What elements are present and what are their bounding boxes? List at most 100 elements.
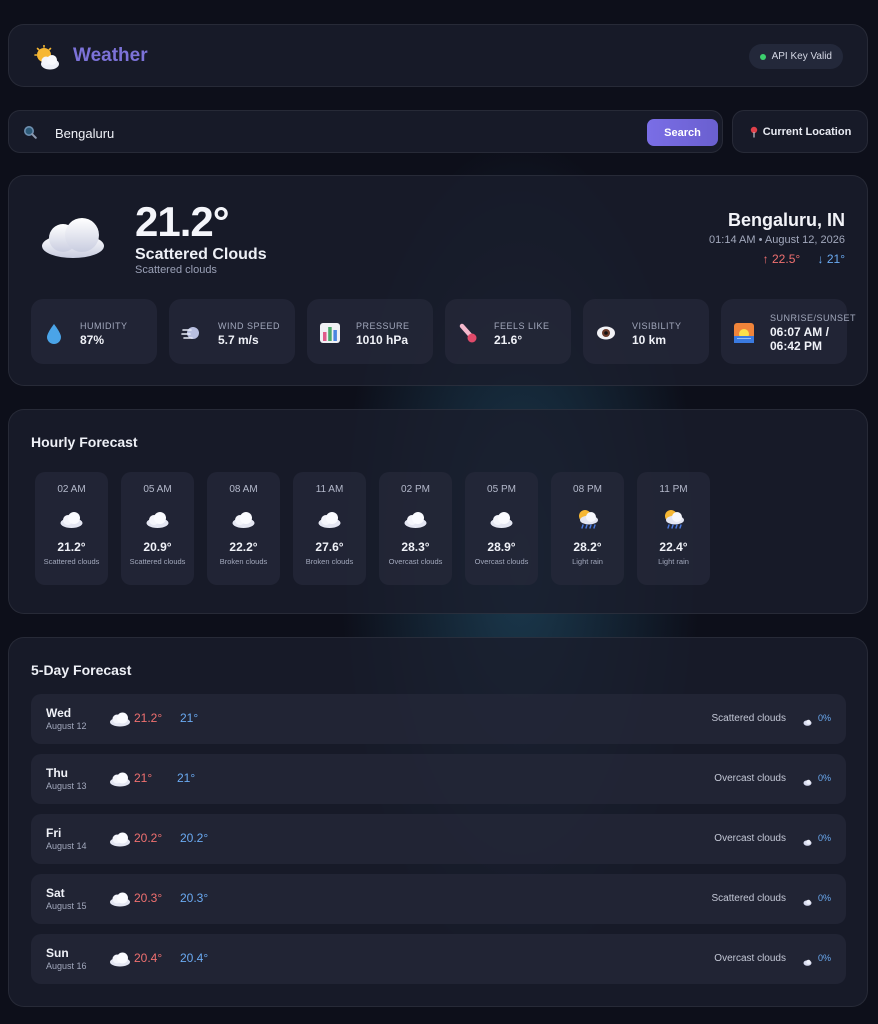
day-low-temperature: 21° xyxy=(177,771,196,785)
stat-feels-like: FEELS LIKE 21.6° xyxy=(445,299,571,364)
rain-cloud-icon xyxy=(803,954,812,966)
hour-time: 11 PM xyxy=(659,484,688,495)
high-temperature: ↑ 22.5° xyxy=(762,252,801,266)
hour-time: 11 AM xyxy=(315,484,344,495)
day-name: Sun xyxy=(46,946,69,960)
cloud-icon xyxy=(109,831,131,847)
stat-label: FEELS LIKE xyxy=(494,321,550,331)
hourly-item: 05 AM 20.9° Scattered clouds xyxy=(121,472,194,585)
cloud-icon xyxy=(109,771,131,787)
map-pin-icon xyxy=(750,126,757,137)
daily-row: Thu August 13 21° 21° Overcast clouds 0% xyxy=(31,754,846,804)
cloud-icon xyxy=(109,951,131,967)
hour-description: Broken clouds xyxy=(305,557,354,566)
eye-icon xyxy=(597,326,615,340)
day-name: Sat xyxy=(46,886,65,900)
rain-cloud-icon xyxy=(803,834,812,846)
stat-value: 1010 hPa xyxy=(356,333,409,347)
stat-label: WIND SPEED xyxy=(218,321,281,331)
hour-temperature: 22.2° xyxy=(229,540,258,554)
current-location-label: Current Location xyxy=(762,125,852,138)
stat-visibility: VISIBILITY 10 km xyxy=(583,299,709,364)
stat-value: 5.7 m/s xyxy=(218,333,259,347)
hour-temperature: 28.9° xyxy=(487,540,516,554)
hour-time: 08 PM xyxy=(573,484,602,495)
current-weather-card: 21.2° Scattered Clouds Scattered clouds … xyxy=(8,175,868,386)
hourly-item: 05 PM 28.9° Overcast clouds xyxy=(465,472,538,585)
day-name: Thu xyxy=(46,766,68,780)
hour-time: 08 AM xyxy=(229,484,258,495)
stat-label: SUNRISE/SUNSET xyxy=(770,313,857,323)
stat-pressure: PRESSURE 1010 hPa xyxy=(307,299,433,364)
daily-row: Sun August 16 20.4° 20.4° Overcast clouds 0% xyxy=(31,934,846,984)
hour-description: Light rain xyxy=(572,557,603,566)
stat-value: 87% xyxy=(80,333,105,347)
hour-description: Light rain xyxy=(658,557,689,566)
daily-forecast-card: 5-Day Forecast Wed August 12 21.2° 21° Scatt… xyxy=(8,637,868,1007)
section-title: Hourly Forecast xyxy=(31,434,138,450)
day-low-temperature: 20.4° xyxy=(180,951,209,965)
cloud-icon xyxy=(489,508,514,530)
stat-label: HUMIDITY xyxy=(80,321,128,331)
stat-label: VISIBILITY xyxy=(632,321,682,331)
day-rain-chance: 0% xyxy=(817,953,831,963)
current-location-button[interactable]: Current Location xyxy=(732,110,868,153)
hour-temperature: 27.6° xyxy=(315,540,344,554)
hourly-item: 08 AM 22.2° Broken clouds xyxy=(207,472,280,585)
current-condition-description: Scattered clouds xyxy=(135,264,217,276)
hourly-forecast-card: Hourly Forecast 02 AM 21.2° Scattered clou… xyxy=(8,409,868,614)
hour-time: 02 AM xyxy=(57,484,86,495)
current-temperature: 21.2° xyxy=(135,198,230,245)
day-date: August 14 xyxy=(46,841,87,851)
rain-cloud-icon xyxy=(803,774,812,786)
api-status-text: API Key Valid xyxy=(771,51,832,62)
stat-humidity: HUMIDITY 87% xyxy=(31,299,157,364)
cloud-icon xyxy=(317,508,342,530)
app-header: Weather API Key Valid xyxy=(8,24,868,87)
cloud-icon xyxy=(109,891,131,907)
hour-temperature: 28.2° xyxy=(573,540,602,554)
low-temperature: ↓ 21° xyxy=(817,252,845,266)
hour-time: 02 PM xyxy=(401,484,430,495)
stat-label: PRESSURE xyxy=(356,321,410,331)
search-bar: Search xyxy=(8,110,723,153)
stat-value: 10 km xyxy=(632,333,667,347)
status-dot-icon xyxy=(759,53,766,60)
day-description: Overcast clouds xyxy=(714,773,786,784)
search-icon xyxy=(24,126,37,139)
search-button[interactable]: Search xyxy=(647,119,718,146)
day-rain-chance: 0% xyxy=(817,833,831,843)
day-high-temperature: 21° xyxy=(134,771,153,785)
day-description: Overcast clouds xyxy=(714,953,786,964)
day-name: Wed xyxy=(46,706,72,720)
stat-wind-speed: WIND SPEED 5.7 m/s xyxy=(169,299,295,364)
sun-cloud-icon xyxy=(34,45,59,70)
cloud-icon xyxy=(403,508,428,530)
hour-temperature: 28.3° xyxy=(401,540,430,554)
rain-cloud-icon xyxy=(803,894,812,906)
day-rain-chance: 0% xyxy=(817,893,831,903)
hourly-item: 08 PM 28.2° Light rain xyxy=(551,472,624,585)
hour-description: Broken clouds xyxy=(219,557,268,566)
day-description: Scattered clouds xyxy=(711,893,787,904)
hour-time: 05 AM xyxy=(143,484,172,495)
day-high-temperature: 21.2° xyxy=(134,711,163,725)
hour-time: 05 PM xyxy=(487,484,516,495)
hourly-item: 11 AM 27.6° Broken clouds xyxy=(293,472,366,585)
current-datetime: 01:14 AM • August 12, 2026 xyxy=(709,234,845,246)
cloud-icon xyxy=(231,508,256,530)
hour-temperature: 20.9° xyxy=(143,540,172,554)
day-description: Scattered clouds xyxy=(711,713,787,724)
hour-description: Scattered clouds xyxy=(129,557,186,566)
hourly-item: 02 PM 28.3° Overcast clouds xyxy=(379,472,452,585)
sun-rain-icon xyxy=(575,508,600,530)
sun-rain-icon xyxy=(661,508,686,530)
day-high-temperature: 20.2° xyxy=(134,831,163,845)
hour-description: Overcast clouds xyxy=(388,557,443,566)
daily-row: Fri August 14 20.2° 20.2° Overcast clouds 0% xyxy=(31,814,846,864)
app-title: Weather xyxy=(73,45,148,66)
api-status-badge: API Key Valid xyxy=(748,44,843,69)
search-input[interactable] xyxy=(53,121,617,145)
cloud-icon xyxy=(145,508,170,530)
cloud-icon xyxy=(42,218,104,258)
